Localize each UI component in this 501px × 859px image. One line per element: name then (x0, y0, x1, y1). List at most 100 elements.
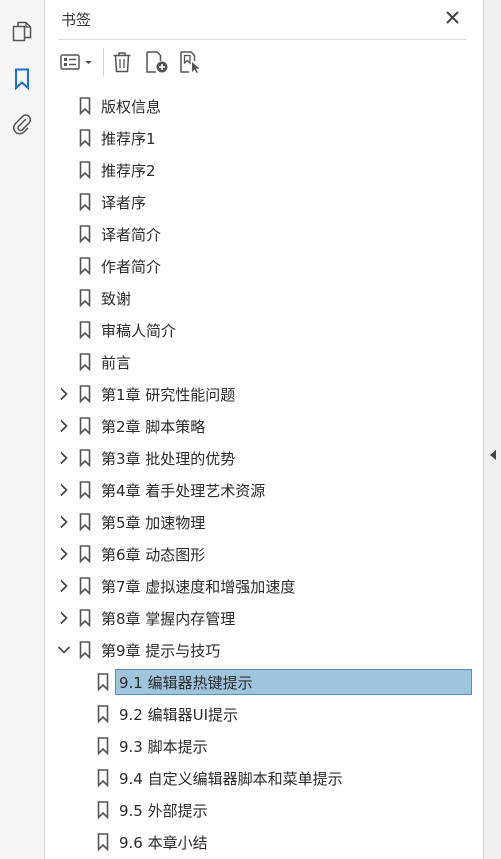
bookmark-item[interactable]: 第9章 提示与技巧 (45, 635, 483, 665)
bookmark-item[interactable]: 第5章 加速物理 (45, 507, 483, 537)
bookmark-label: 第6章 动态图形 (101, 546, 206, 564)
panel-collapse-rail[interactable] (483, 0, 501, 859)
bookmark-icon (78, 417, 92, 435)
list-options-icon (60, 54, 92, 70)
bookmark-icon (78, 545, 92, 563)
bookmark-icon (78, 513, 92, 531)
bookmark-item[interactable]: 第2章 脚本策略 (45, 411, 483, 441)
bookmark-label: 9.6 本章小结 (119, 834, 208, 852)
bookmark-item[interactable]: 作者简介 (45, 251, 483, 281)
chevron-down-icon[interactable] (57, 643, 71, 657)
chevron-right-icon[interactable] (57, 483, 71, 497)
bookmarks-panel: 书签 版权信息 推荐序1 推荐序2 译者序 译者简介 作者简介 致谢 审稿人简介… (45, 0, 483, 859)
bookmark-item[interactable]: 前言 (45, 347, 483, 377)
options-menu-button[interactable] (60, 46, 96, 78)
bookmark-icon (78, 225, 92, 243)
bookmark-child-item[interactable]: 9.6 本章小结 (45, 827, 483, 857)
add-bookmark-icon (146, 51, 168, 73)
bookmark-icon (96, 769, 110, 787)
bookmark-icon (96, 673, 110, 691)
bookmark-label: 第7章 虚拟速度和增强加速度 (101, 578, 296, 596)
bookmark-label: 前言 (101, 354, 132, 372)
chevron-right-icon[interactable] (57, 515, 71, 529)
bookmark-label: 9.5 外部提示 (119, 802, 208, 820)
trash-icon (113, 52, 131, 73)
chevron-right-icon[interactable] (57, 419, 71, 433)
bookmark-label: 第8章 掌握内存管理 (101, 610, 236, 628)
bookmark-label: 译者简介 (101, 226, 162, 244)
paperclip-icon (13, 114, 32, 135)
chevron-right-icon[interactable] (57, 579, 71, 593)
bookmark-label: 第2章 脚本策略 (101, 418, 206, 436)
delete-bookmark-button[interactable] (110, 46, 134, 78)
bookmark-label: 9.4 自定义编辑器脚本和菜单提示 (119, 770, 343, 788)
bookmark-icon (96, 801, 110, 819)
bookmark-label: 9.2 编辑器UI提示 (119, 706, 239, 724)
bookmark-label: 第5章 加速物理 (101, 514, 206, 532)
bookmark-icon (78, 321, 92, 339)
pages-icon (12, 21, 32, 42)
bookmark-icon (78, 385, 92, 403)
bookmark-item[interactable]: 推荐序1 (45, 123, 483, 153)
find-bookmark-button[interactable] (178, 46, 204, 78)
bookmark-icon (78, 609, 92, 627)
bookmark-item[interactable]: 译者序 (45, 187, 483, 217)
bookmark-icon (78, 641, 92, 659)
bookmark-label: 第3章 批处理的优势 (101, 450, 236, 468)
panel-title: 书签 (61, 11, 92, 29)
bookmark-search-icon (180, 51, 200, 73)
bookmark-icon (96, 705, 110, 723)
close-panel-button[interactable] (443, 8, 461, 26)
bookmark-item[interactable]: 第3章 批处理的优势 (45, 443, 483, 473)
bookmark-item[interactable]: 版权信息 (45, 91, 483, 121)
bookmark-item[interactable]: 第4章 着手处理艺术资源 (45, 475, 483, 505)
bookmark-item[interactable]: 推荐序2 (45, 155, 483, 185)
bookmark-child-item[interactable]: 9.5 外部提示 (45, 795, 483, 825)
bookmark-child-item[interactable]: 9.3 脚本提示 (45, 731, 483, 761)
left-navigation-rail (0, 0, 45, 859)
bookmark-item[interactable]: 第8章 掌握内存管理 (45, 603, 483, 633)
bookmark-item[interactable]: 第7章 虚拟速度和增强加速度 (45, 571, 483, 601)
bookmark-icon (78, 481, 92, 499)
bookmark-icon (96, 833, 110, 851)
bookmark-icon (78, 449, 92, 467)
bookmark-icon (78, 161, 92, 179)
bookmark-label: 版权信息 (101, 98, 162, 116)
bookmark-label: 致谢 (101, 290, 132, 308)
bookmark-label: 第4章 着手处理艺术资源 (101, 482, 266, 500)
bookmark-item[interactable]: 第6章 动态图形 (45, 539, 483, 569)
bookmark-icon (78, 97, 92, 115)
bookmark-label: 第1章 研究性能问题 (101, 386, 236, 404)
bookmark-icon (78, 257, 92, 275)
bookmark-icon (78, 129, 92, 147)
bookmark-item[interactable]: 审稿人简介 (45, 315, 483, 345)
attachments-button[interactable] (9, 111, 35, 137)
bookmark-label: 审稿人简介 (101, 322, 177, 340)
chevron-right-icon[interactable] (57, 387, 71, 401)
pages-thumbnails-button[interactable] (9, 19, 35, 45)
bookmark-icon (78, 577, 92, 595)
bookmark-label: 第9章 提示与技巧 (101, 642, 221, 660)
bookmarks-button[interactable] (9, 66, 35, 92)
bookmark-icon (78, 193, 92, 211)
bookmarks-toolbar (58, 46, 478, 78)
close-icon (445, 10, 459, 24)
chevron-right-icon[interactable] (57, 611, 71, 625)
bookmark-child-item[interactable]: 9.4 自定义编辑器脚本和菜单提示 (45, 763, 483, 793)
bookmark-child-item[interactable]: 9.1 编辑器热键提示 (45, 667, 483, 697)
bookmark-item[interactable]: 第1章 研究性能问题 (45, 379, 483, 409)
bookmark-label: 9.3 脚本提示 (119, 738, 208, 756)
bookmark-label: 9.1 编辑器热键提示 (119, 674, 253, 692)
new-bookmark-button[interactable] (144, 46, 170, 78)
bookmark-icon (78, 289, 92, 307)
bookmark-label: 译者序 (101, 194, 147, 212)
toolbar-separator (103, 48, 104, 76)
bookmark-item[interactable]: 译者简介 (45, 219, 483, 249)
bookmark-label: 推荐序2 (101, 162, 156, 180)
bookmark-item[interactable]: 致谢 (45, 283, 483, 313)
bookmark-icon (78, 353, 92, 371)
chevron-right-icon[interactable] (57, 451, 71, 465)
bookmark-child-item[interactable]: 9.2 编辑器UI提示 (45, 699, 483, 729)
chevron-right-icon[interactable] (57, 547, 71, 561)
bookmark-label: 推荐序1 (101, 130, 156, 148)
